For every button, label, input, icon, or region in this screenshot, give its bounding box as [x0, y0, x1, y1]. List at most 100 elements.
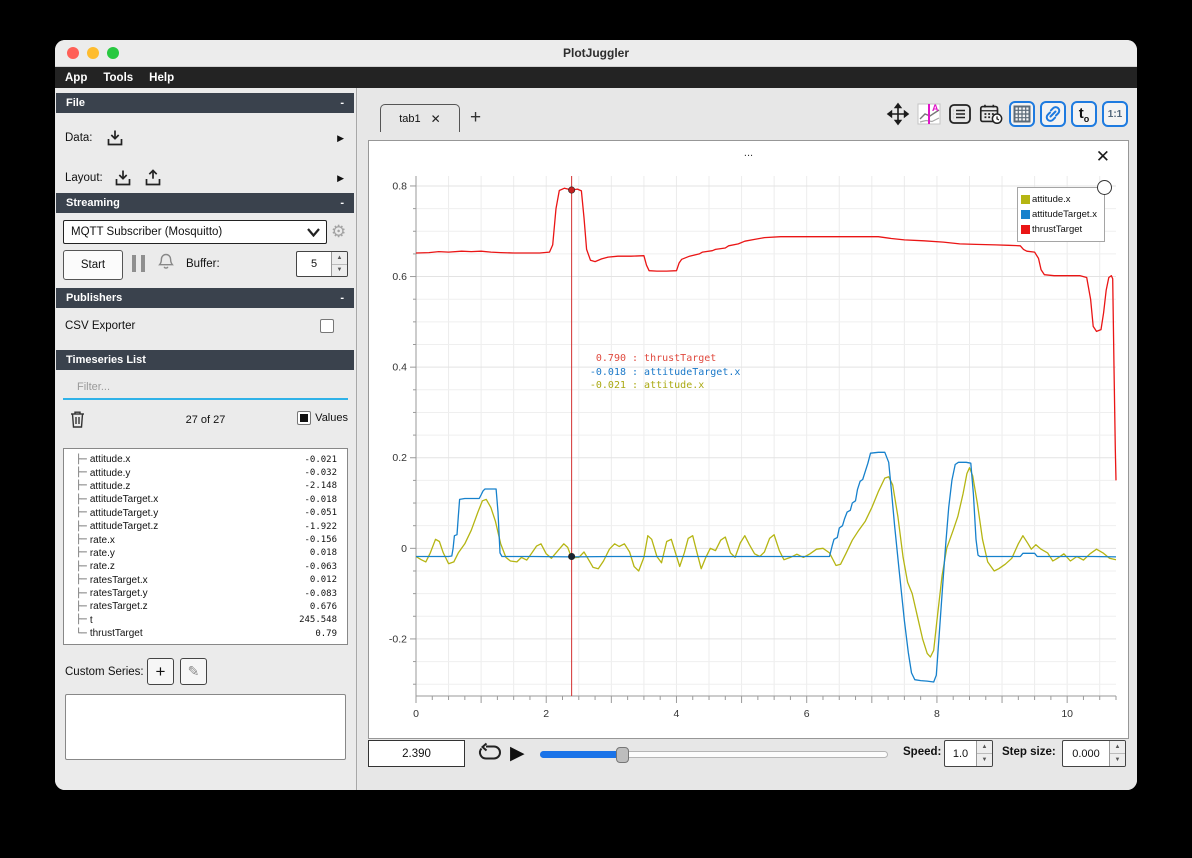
load-layout-icon[interactable]: [113, 168, 133, 188]
play-button[interactable]: ▶: [510, 741, 525, 767]
time-display[interactable]: 2.390: [368, 740, 465, 767]
timeseries-name[interactable]: ratesTarget.x: [90, 575, 310, 586]
speed-label: Speed:: [903, 746, 942, 758]
publishers-section-header[interactable]: Publishers -: [56, 288, 354, 308]
buffer-spinner[interactable]: 5 ▲ ▼: [296, 251, 348, 277]
values-toggle[interactable]: Values: [297, 411, 348, 425]
edit-custom-series-button[interactable]: ✎: [180, 658, 207, 685]
tree-branch-icon: ├─: [76, 615, 87, 626]
tree-branch-icon: ├─: [76, 481, 87, 492]
timeseries-value: 0.79: [315, 628, 337, 639]
add-custom-series-button[interactable]: +: [147, 658, 174, 685]
pause-icon[interactable]: [132, 255, 145, 272]
spinner-arrows[interactable]: ▲ ▼: [331, 252, 347, 276]
timeseries-name[interactable]: attitudeTarget.y: [90, 508, 305, 519]
t0-button[interactable]: to: [1071, 101, 1097, 127]
tracker-style-icon[interactable]: A: [916, 101, 942, 127]
timeseries-row[interactable]: ├─ attitudeTarget.x -0.018: [66, 493, 345, 506]
menu-item-tools[interactable]: Tools: [103, 72, 133, 84]
collapse-icon[interactable]: -: [340, 97, 344, 109]
timeseries-name[interactable]: attitudeTarget.x: [90, 494, 305, 505]
timeseries-name[interactable]: ratesTarget.y: [90, 588, 305, 599]
timeseries-name[interactable]: attitudeTarget.z: [90, 521, 305, 532]
bell-icon[interactable]: [157, 252, 175, 272]
load-data-icon[interactable]: [105, 128, 125, 148]
timeseries-row[interactable]: ├─ attitude.y -0.032: [66, 466, 345, 479]
speed-spinner[interactable]: 1.0 ▲ ▼: [944, 740, 993, 767]
legend-item[interactable]: thrustTarget: [1021, 222, 1100, 237]
timeseries-name[interactable]: rate.x: [90, 535, 305, 546]
series-thrustTarget: [415, 187, 1117, 481]
timeseries-row[interactable]: ├─ attitude.z -2.148: [66, 480, 345, 493]
streaming-section-header[interactable]: Streaming -: [56, 193, 354, 213]
timeseries-row[interactable]: ├─ attitudeTarget.y -0.051: [66, 507, 345, 520]
tree-branch-icon: └─: [76, 628, 87, 639]
custom-series-list[interactable]: [65, 694, 346, 760]
save-layout-icon[interactable]: [143, 168, 163, 188]
filter-input[interactable]: [63, 376, 348, 400]
main-area: tab1 ✕ + A to 1:1 0 2 4 6 8 10 -0.2 0 0.…: [358, 88, 1137, 790]
timeseries-row[interactable]: ├─ t 245.548: [66, 614, 345, 627]
timeseries-list[interactable]: ├─ attitude.x -0.021 ├─ attitude.y -0.032 ├─ at…: [63, 448, 348, 645]
plot-close-icon[interactable]: ✕: [1096, 148, 1110, 165]
grid-layout-button[interactable]: [1009, 101, 1035, 127]
tab-tab1[interactable]: tab1 ✕: [380, 104, 460, 132]
legend-handle[interactable]: [1097, 180, 1112, 195]
tab-close-icon[interactable]: ✕: [431, 112, 441, 126]
time-slider[interactable]: [540, 747, 888, 763]
timeseries-row[interactable]: ├─ ratesTarget.y -0.083: [66, 587, 345, 600]
tree-branch-icon: ├─: [76, 588, 87, 599]
values-checkbox[interactable]: [297, 411, 312, 425]
csv-exporter-checkbox[interactable]: [320, 319, 334, 333]
timeseries-section-title: Timeseries List: [66, 354, 146, 366]
slider-thumb[interactable]: [616, 747, 630, 763]
timeseries-name[interactable]: rate.z: [90, 561, 305, 572]
file-section-header[interactable]: File -: [56, 93, 354, 113]
timeseries-name[interactable]: attitude.x: [90, 454, 305, 465]
timeseries-name[interactable]: rate.y: [90, 548, 310, 559]
timeseries-row[interactable]: ├─ ratesTarget.z 0.676: [66, 600, 345, 613]
start-button[interactable]: Start: [63, 250, 123, 280]
new-tab-button[interactable]: +: [470, 104, 481, 131]
layout-expander-icon[interactable]: ▶: [337, 173, 344, 184]
data-row: Data:: [65, 126, 125, 150]
buffer-label: Buffer:: [186, 258, 220, 270]
timeseries-section-header[interactable]: Timeseries List: [56, 350, 354, 370]
timeseries-value: -0.018: [304, 494, 337, 505]
timeseries-name[interactable]: attitude.y: [90, 468, 305, 479]
streaming-source-select[interactable]: MQTT Subscriber (Mosquitto): [63, 220, 327, 244]
move-arrows-icon[interactable]: [885, 101, 911, 127]
timeseries-value: 245.548: [299, 615, 337, 626]
timeseries-row[interactable]: ├─ rate.x -0.156: [66, 533, 345, 546]
collapse-icon[interactable]: -: [340, 292, 344, 304]
menu-item-help[interactable]: Help: [149, 72, 174, 84]
ratio-button[interactable]: 1:1: [1102, 101, 1128, 127]
chevron-down-icon: [307, 227, 320, 237]
timeseries-name[interactable]: thrustTarget: [90, 628, 315, 639]
timeseries-name[interactable]: ratesTarget.z: [90, 601, 310, 612]
speed-value: 1.0: [952, 747, 969, 760]
plot-legend[interactable]: attitude.x attitudeTarget.x thrustTarget: [1017, 180, 1112, 242]
legend-item[interactable]: attitudeTarget.x: [1021, 207, 1100, 222]
timeseries-row[interactable]: ├─ attitudeTarget.z -1.922: [66, 520, 345, 533]
legend-item[interactable]: attitude.x: [1021, 192, 1100, 207]
timeseries-row[interactable]: ├─ rate.y 0.018: [66, 547, 345, 560]
loop-icon[interactable]: [477, 741, 503, 765]
timeseries-row[interactable]: └─ thrustTarget 0.79: [66, 627, 345, 640]
collapse-icon[interactable]: -: [340, 197, 344, 209]
link-ranges-button[interactable]: [1040, 101, 1066, 127]
gear-icon[interactable]: ⚙: [331, 221, 346, 243]
timeseries-row[interactable]: ├─ attitude.x -0.021: [66, 453, 345, 466]
menu-item-app[interactable]: App: [65, 72, 87, 84]
datetime-icon[interactable]: [978, 101, 1004, 127]
timeseries-name[interactable]: attitude.z: [90, 481, 305, 492]
spinner-arrows[interactable]: ▲ ▼: [1109, 741, 1125, 766]
data-expander-icon[interactable]: ▶: [337, 133, 344, 144]
list-view-icon[interactable]: [947, 101, 973, 127]
timeseries-name[interactable]: t: [90, 615, 299, 626]
step-size-spinner[interactable]: 0.000 ▲ ▼: [1062, 740, 1126, 767]
timeseries-row[interactable]: ├─ ratesTarget.x 0.012: [66, 574, 345, 587]
spinner-arrows[interactable]: ▲ ▼: [976, 741, 992, 766]
plot-canvas[interactable]: 0 2 4 6 8 10 -0.2 0 0.2 0.4 0.6 0.8: [369, 141, 1128, 738]
timeseries-row[interactable]: ├─ rate.z -0.063: [66, 560, 345, 573]
